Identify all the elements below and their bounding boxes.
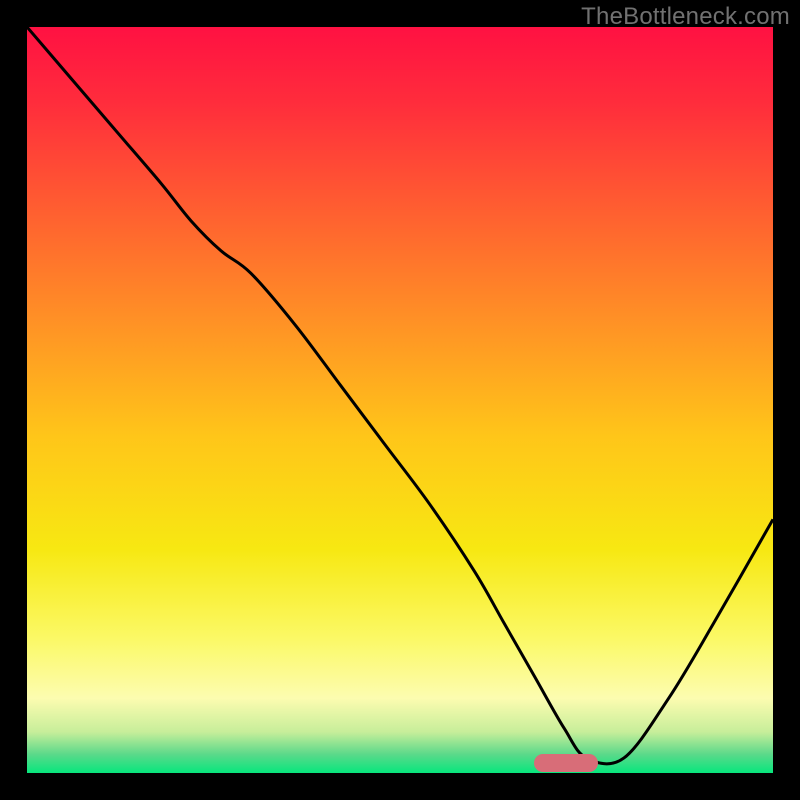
line-chart: [27, 27, 773, 773]
optimal-range-marker: [534, 754, 597, 772]
watermark-text: TheBottleneck.com: [581, 3, 790, 31]
bottleneck-curve: [27, 27, 773, 764]
